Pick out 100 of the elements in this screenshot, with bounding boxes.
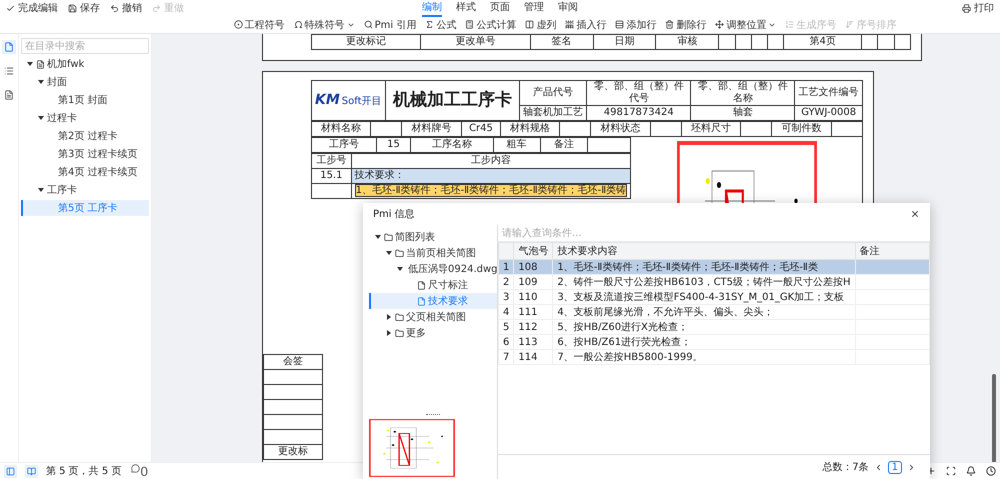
table-row[interactable]: 7 114 7、一般公差按HB5800-1999。 [498, 350, 930, 364]
table-row[interactable]: 6 113 6、按HB/Z61进行荧光检查； [498, 334, 930, 350]
toolbar-button[interactable]: Pmi 引用 [364, 18, 416, 32]
tree-item[interactable]: 第3页 过程卡续页 [21, 146, 149, 162]
calculator-icon [465, 20, 474, 29]
tree-item[interactable]: 技术要求 [369, 293, 497, 309]
folder-icon [395, 328, 404, 338]
tree-item[interactable]: 机加fwk [21, 56, 149, 72]
tab[interactable]: 管理 [524, 0, 544, 16]
folder-icon [395, 312, 404, 322]
table-row[interactable]: 2 109 2、铸件一般尺寸公差按HB6103，CT5级；铸件一般尺寸公差按H [498, 274, 930, 290]
table-row[interactable]: 3 110 3、支板及流道按三维模型FS400-4-31SY_M_01_GK加工；支板 [498, 290, 930, 304]
trash-icon [665, 20, 674, 29]
page-number[interactable]: 1 [888, 460, 902, 474]
toolbar-button[interactable]: 虚列 [525, 18, 556, 32]
document-icon [36, 60, 45, 68]
table-cell: 材料状态 [590, 122, 650, 136]
tree-item[interactable]: 第4页 过程卡续页 [21, 164, 149, 180]
tab[interactable]: 审阅 [558, 0, 578, 16]
table-cell: 工艺文件编号 [794, 80, 862, 106]
table-cell: 15.1 [312, 168, 352, 184]
bell-icon[interactable] [966, 466, 976, 476]
panel-button[interactable] [4, 464, 17, 478]
caret-icon[interactable] [37, 186, 45, 194]
tree-item[interactable]: 当前页相关简图 [369, 245, 497, 261]
tree-item[interactable]: 第5页 工序卡 [21, 200, 149, 216]
table-cell: 签名 [530, 34, 594, 50]
caret-icon[interactable] [37, 78, 45, 86]
comment-icon [131, 464, 140, 472]
toolbar-button[interactable]: 添加行 [615, 18, 656, 32]
table-cell: 工步号 [312, 154, 352, 168]
resize-handle[interactable] [426, 414, 440, 417]
table-cell: 可制件数 [772, 122, 832, 136]
table-cell: 日期 [593, 34, 656, 50]
page-button[interactable] [25, 464, 38, 478]
table-cell: 零、部、组（整）件名称 [690, 80, 795, 106]
toolbar-button[interactable]: 撤销 [110, 1, 142, 15]
book-icon [27, 466, 36, 476]
dialog-title: Pmi 信息 [373, 208, 415, 221]
table-cell: 粗车 [493, 138, 540, 152]
table-cell: 备注 [540, 138, 588, 152]
tab[interactable]: 样式 [456, 0, 476, 16]
table-row[interactable]: 4 111 4、支板前尾缘光滑，不允许平头、偏头、尖头； [498, 304, 930, 320]
table-row[interactable]: 5 112 5、按HB/Z60进行X光检查； [498, 320, 930, 334]
clock-icon[interactable] [986, 466, 996, 476]
toolbar-button[interactable]: 特殊符号 [294, 18, 355, 32]
table-cell: 零、部、组（整）件代号 [586, 80, 691, 106]
file-icon [417, 280, 426, 290]
fit-icon[interactable] [946, 466, 956, 476]
move-icon [715, 20, 724, 29]
tab[interactable]: 编制 [422, 0, 442, 16]
toolbar-button[interactable]: 调整位置 [715, 18, 776, 32]
print-button[interactable]: 打印 [962, 1, 994, 15]
table-cell: 轴套 [690, 106, 795, 120]
table-cell: 第4页 [784, 34, 862, 50]
tree-item[interactable]: 父页相关简图 [369, 309, 497, 325]
scrollbar[interactable] [992, 374, 996, 462]
toolbar-button[interactable]: 保存 [68, 1, 100, 15]
tree-item[interactable]: 更多 [369, 325, 497, 341]
table-cell: 工步内容 [351, 154, 631, 168]
tree-item[interactable]: 过程卡 [21, 110, 149, 126]
chevron-right-icon[interactable] [907, 462, 916, 472]
tree-item[interactable]: 第2页 过程卡 [21, 128, 149, 144]
toolbar-button[interactable]: 工程符号 [234, 18, 285, 32]
save-icon [68, 4, 77, 12]
caret-icon[interactable] [26, 60, 34, 68]
close-icon[interactable] [910, 209, 920, 219]
toolbar-button[interactable]: 公式计算 [465, 18, 516, 32]
table-cell: 产品代号 [519, 80, 587, 106]
tree-item[interactable]: 简图列表 [369, 229, 497, 245]
search-field[interactable]: 请输入查询条件... [498, 225, 930, 242]
column-header: 技术要求内容 [552, 242, 856, 260]
toolbar-button[interactable]: 删除行 [665, 18, 706, 32]
check-icon [6, 4, 15, 12]
table-cell: 114 [514, 350, 553, 364]
folder-icon [384, 232, 393, 242]
tree-item[interactable]: 低压涡导0924.dwg [369, 261, 497, 277]
table-cell[interactable]: 1、毛坯-Ⅱ类铸件；毛坯-Ⅱ类铸件；毛坯-Ⅱ类铸件；毛坯-Ⅱ类铸 [351, 184, 631, 198]
search-field[interactable]: 在目录中搜索 [21, 38, 149, 54]
page-tab[interactable] [2, 40, 16, 54]
page-info: 第 5 页，共 5 页 [46, 464, 122, 478]
tree-item[interactable]: 封面 [21, 74, 149, 90]
table-row[interactable]: 1 108 1、毛坯-Ⅱ类铸件；毛坯-Ⅱ类铸件；毛坯-Ⅱ类铸件；毛坯-Ⅱ类 [498, 260, 930, 274]
document-icon [4, 90, 14, 100]
caret-icon[interactable] [37, 114, 45, 122]
toolbar-button[interactable]: 插入行 [565, 18, 606, 32]
tab[interactable]: 页面 [490, 0, 510, 16]
table-cell: 更改单号 [420, 34, 530, 50]
toolbar-button[interactable]: 完成编辑 [6, 1, 58, 15]
toolbar-button[interactable]: 公式 [425, 18, 456, 32]
tree-item[interactable]: 第1页 封面 [21, 92, 149, 108]
table-cell: 工序号 [312, 138, 376, 152]
table-cell: 15 [376, 138, 411, 152]
panel-icon [6, 466, 15, 476]
table-cell[interactable]: 技术要求： [351, 168, 631, 184]
comments-button[interactable]: 0 [129, 462, 150, 479]
table-cell: Cr45 [461, 122, 500, 136]
tree-item[interactable]: 工序卡 [21, 182, 149, 198]
tree-item[interactable]: 尺寸标注 [369, 277, 497, 293]
row-insert-icon [565, 20, 574, 29]
